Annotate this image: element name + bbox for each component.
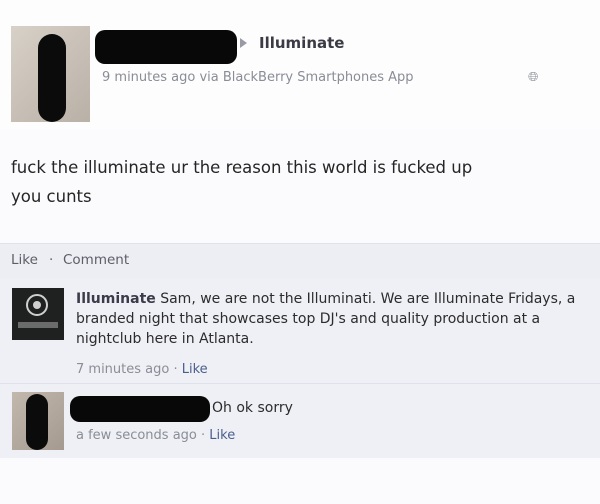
post-meta[interactable]: 9 minutes ago via BlackBerry Smartphones… bbox=[102, 70, 414, 85]
poster-name-redaction bbox=[95, 30, 237, 64]
like-button[interactable]: Like bbox=[11, 252, 38, 268]
meta-separator: · bbox=[196, 428, 210, 443]
status-line: you cunts bbox=[11, 187, 92, 206]
comment-like-button[interactable]: Like bbox=[209, 428, 235, 443]
meta-separator: · bbox=[169, 362, 182, 377]
comment-divider bbox=[0, 383, 600, 384]
post-actions-bar: Like · Comment bbox=[0, 243, 600, 279]
status-line: fuck the illuminate ur the reason this w… bbox=[11, 158, 473, 177]
action-separator: · bbox=[49, 252, 54, 268]
comment-time[interactable]: a few seconds ago bbox=[76, 428, 197, 443]
globe-icon: 🌐︎ bbox=[528, 70, 539, 85]
poster-avatar[interactable] bbox=[11, 26, 90, 122]
comment-like-button[interactable]: Like bbox=[182, 362, 208, 377]
page-avatar[interactable] bbox=[12, 288, 64, 340]
status-text: fuck the illuminate ur the reason this w… bbox=[11, 153, 591, 211]
page-logo-icon bbox=[26, 294, 48, 316]
comment-button[interactable]: Comment bbox=[63, 252, 129, 268]
comment-body: Illuminate Sam, we are not the Illuminat… bbox=[76, 289, 598, 349]
post-header bbox=[0, 0, 600, 130]
target-page-link[interactable]: Illuminate bbox=[259, 34, 344, 52]
arrow-right-icon bbox=[240, 38, 247, 48]
page-logo-bar bbox=[18, 322, 58, 328]
comment-author-link[interactable]: Illuminate bbox=[76, 291, 156, 307]
comment-meta: a few seconds ago · Like bbox=[76, 428, 235, 443]
comment-text: Oh ok sorry bbox=[212, 400, 293, 416]
avatar-redaction bbox=[26, 394, 48, 450]
comment-time[interactable]: 7 minutes ago bbox=[76, 362, 169, 377]
comment-meta: 7 minutes ago · Like bbox=[76, 362, 208, 377]
commenter-name-redaction bbox=[70, 396, 210, 422]
commenter-avatar[interactable] bbox=[12, 392, 64, 450]
avatar-redaction bbox=[38, 34, 66, 122]
